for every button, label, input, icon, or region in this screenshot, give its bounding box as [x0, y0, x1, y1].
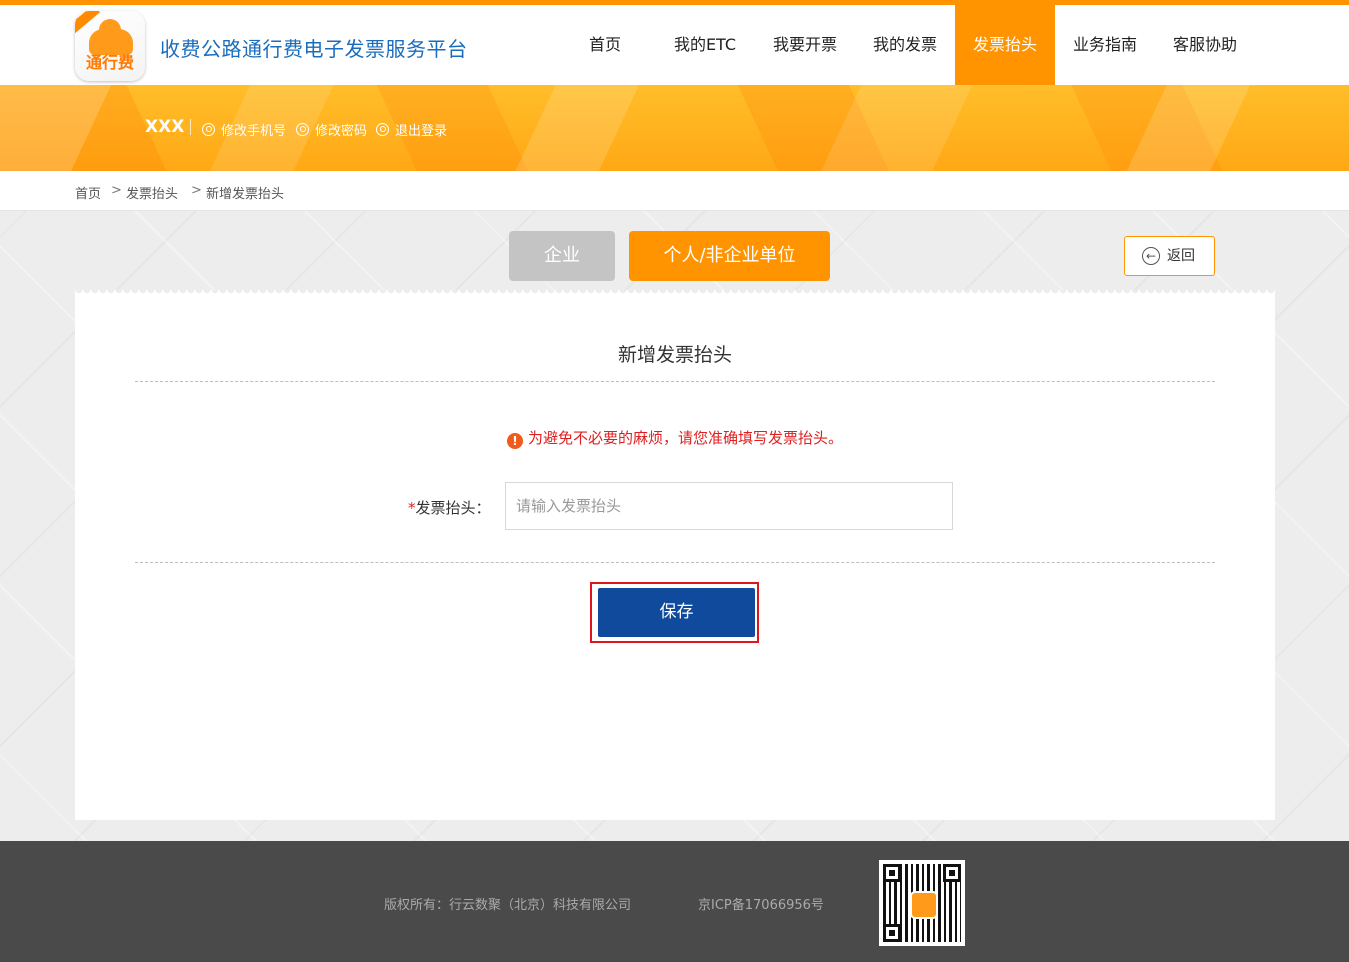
user-icon	[202, 123, 215, 136]
qr-finder	[943, 864, 961, 882]
nav-item-support[interactable]: 客服协助	[1155, 5, 1255, 85]
breadcrumb-separator: >	[191, 183, 202, 198]
user-icon	[296, 123, 309, 136]
invoice-title-input[interactable]	[505, 482, 953, 530]
change-password-label: 修改密码	[315, 124, 368, 139]
required-mark: *	[408, 499, 416, 517]
user-banner: XXX 修改手机号 修改密码 退出登录	[0, 85, 1349, 171]
divider	[135, 381, 1215, 382]
invoice-title-label-text: 发票抬头：	[415, 499, 491, 517]
logo-text: 通行费	[85, 53, 134, 72]
qr-finder	[883, 924, 901, 942]
breadcrumb-current: 新增发票抬头	[206, 187, 285, 202]
invoice-title-label: *发票抬头：	[408, 497, 491, 518]
save-highlight: 保存	[590, 582, 759, 643]
tab-personal[interactable]: 个人/非企业单位	[629, 231, 830, 281]
site-footer: 版权所有：行云数聚（北京）科技有限公司 京ICP备17066956号	[0, 841, 1349, 962]
banner-divider	[190, 119, 191, 135]
form-title: 新增发票抬头	[617, 344, 732, 366]
breadcrumb-separator: >	[111, 183, 122, 198]
copyright-text: 版权所有：行云数聚（北京）科技有限公司	[384, 898, 632, 913]
back-label: 返回	[1167, 248, 1195, 264]
logout-link[interactable]: 退出登录	[376, 120, 447, 139]
nav-item-home[interactable]: 首页	[555, 5, 655, 85]
breadcrumb: 首页 > 发票抬头 > 新增发票抬头	[0, 171, 1349, 211]
save-button[interactable]: 保存	[598, 588, 755, 637]
warning-text: 为避免不必要的麻烦，请您准确填写发票抬头。	[527, 429, 843, 447]
breadcrumb-home[interactable]: 首页	[75, 183, 101, 202]
app-logo[interactable]: 通行费	[75, 11, 145, 81]
nav-item-invoice-title[interactable]: 发票抬头	[955, 5, 1055, 85]
nav-item-my-etc[interactable]: 我的ETC	[655, 5, 755, 85]
site-header: 通行费 收费公路通行费电子发票服务平台 首页 我的ETC 我要开票 我的发票 发…	[0, 5, 1349, 85]
back-button[interactable]: ← 返回	[1124, 236, 1215, 276]
qr-code	[879, 860, 965, 946]
icp-number: 京ICP备17066956号	[698, 898, 824, 913]
change-phone-link[interactable]: 修改手机号	[202, 120, 286, 139]
site-title: 收费公路通行费电子发票服务平台	[160, 37, 468, 61]
user-icon	[376, 123, 389, 136]
nav-item-my-invoices[interactable]: 我的发票	[855, 5, 955, 85]
warning-icon: !	[506, 433, 523, 449]
divider	[135, 562, 1215, 563]
tab-enterprise[interactable]: 企业	[509, 231, 615, 281]
back-arrow-icon: ←	[1142, 247, 1160, 265]
username: XXX	[145, 117, 185, 137]
breadcrumb-invoice-title[interactable]: 发票抬头	[126, 183, 178, 202]
qr-logo-icon	[910, 891, 938, 919]
qr-finder	[883, 864, 901, 882]
change-phone-label: 修改手机号	[221, 124, 287, 139]
nav-item-issue-invoice[interactable]: 我要开票	[755, 5, 855, 85]
form-card: 新增发票抬头 !为避免不必要的麻烦，请您准确填写发票抬头。 *发票抬头： 保存	[75, 290, 1275, 820]
logout-label: 退出登录	[395, 124, 448, 139]
change-password-link[interactable]: 修改密码	[296, 120, 367, 139]
warning-message: ! 为避免不必要的麻烦，请您准确填写发票抬头。	[75, 427, 1275, 449]
nav-item-guide[interactable]: 业务指南	[1055, 5, 1155, 85]
